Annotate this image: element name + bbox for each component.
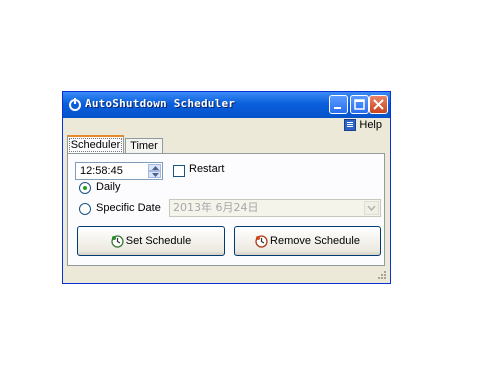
chevron-up-icon — [152, 166, 159, 170]
spin-up-button[interactable] — [148, 164, 161, 171]
shutdown-icon — [69, 98, 81, 111]
close-button[interactable] — [369, 95, 388, 114]
tab-scheduler[interactable]: Scheduler — [67, 135, 124, 153]
remove-schedule-button[interactable]: Remove Schedule — [234, 226, 381, 256]
tab-timer-label: Timer — [130, 140, 158, 152]
menu-bar: Help — [63, 118, 390, 134]
daily-radio[interactable] — [79, 182, 91, 194]
date-value: 2013年 6月24日 — [173, 201, 259, 214]
status-bar — [63, 268, 390, 283]
title-bar[interactable]: AutoShutdown Scheduler — [63, 92, 390, 118]
chevron-down-icon — [367, 205, 376, 212]
resize-grip-icon[interactable] — [377, 270, 387, 280]
remove-schedule-label: Remove Schedule — [270, 235, 360, 247]
time-spinner[interactable] — [148, 164, 161, 178]
help-book-icon — [344, 119, 357, 131]
date-picker[interactable]: 2013年 6月24日 — [169, 199, 381, 217]
specific-date-radio[interactable] — [79, 203, 91, 215]
daily-label[interactable]: Daily — [96, 181, 120, 193]
specific-date-label[interactable]: Specific Date — [96, 202, 161, 214]
restart-checkbox[interactable] — [173, 165, 185, 177]
help-menu[interactable]: Help — [344, 119, 382, 131]
minimize-icon — [334, 107, 341, 109]
scheduler-panel: 12:58:45 Restart Daily Specific Date 201… — [67, 153, 385, 266]
date-dropdown-button[interactable] — [364, 201, 379, 215]
chevron-down-icon — [152, 173, 159, 177]
minimize-button[interactable] — [329, 95, 348, 114]
spin-down-button[interactable] — [148, 171, 161, 178]
clock-remove-icon — [255, 234, 268, 248]
set-schedule-button[interactable]: Set Schedule — [77, 226, 225, 256]
close-icon — [373, 99, 384, 110]
restart-label[interactable]: Restart — [189, 163, 224, 175]
time-value: 12:58:45 — [80, 165, 123, 177]
set-schedule-label: Set Schedule — [125, 235, 192, 247]
window-title: AutoShutdown Scheduler — [85, 97, 236, 110]
app-window: AutoShutdown Scheduler Help Scheduler Ti… — [62, 91, 391, 284]
time-input[interactable]: 12:58:45 — [75, 162, 163, 180]
clock-icon — [111, 234, 124, 248]
tab-scheduler-label: Scheduler — [68, 138, 123, 152]
help-label: Help — [359, 119, 382, 131]
tab-timer[interactable]: Timer — [125, 138, 163, 153]
maximize-button[interactable] — [350, 95, 369, 114]
maximize-icon — [354, 99, 365, 110]
